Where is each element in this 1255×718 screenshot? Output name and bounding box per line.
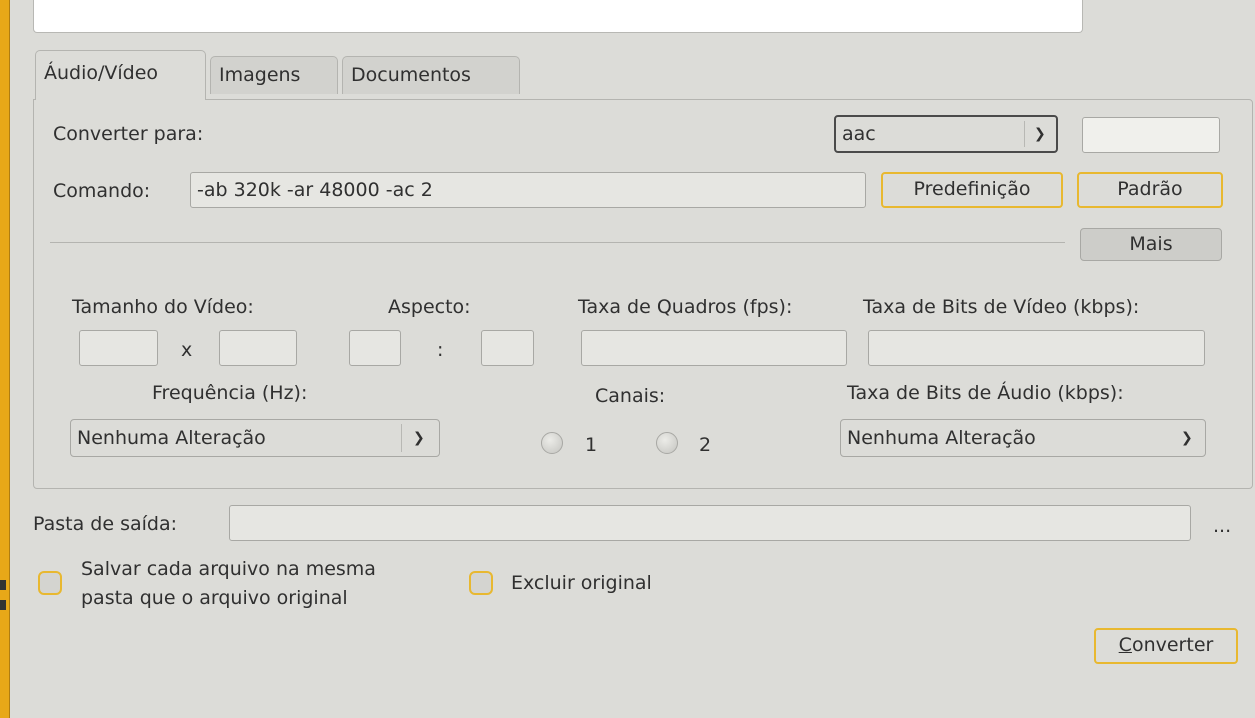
select-divider — [401, 424, 402, 452]
convert-mnemonic: C — [1118, 634, 1132, 656]
chevron-down-icon: ❯ — [413, 430, 425, 446]
frame-rate-label: Taxa de Quadros (fps): — [578, 296, 793, 318]
chevron-down-icon: ❯ — [1034, 126, 1046, 142]
window-edge — [0, 0, 10, 718]
command-value: -ab 320k -ar 48000 -ac 2 — [197, 179, 433, 201]
audio-bitrate-value: Nenhuma Alteração — [847, 427, 1036, 449]
video-bitrate-input[interactable] — [868, 330, 1205, 366]
chevron-down-icon: ❯ — [1181, 430, 1193, 446]
format-select[interactable]: aac ❯ — [834, 115, 1058, 153]
video-height-input[interactable] — [219, 330, 297, 366]
size-separator: x — [181, 339, 193, 361]
browse-button[interactable]: ... — [1213, 514, 1231, 538]
edge-marker — [0, 580, 6, 590]
preset-button[interactable]: Predefinição — [881, 172, 1063, 208]
output-folder-label: Pasta de saída: — [33, 513, 177, 535]
tab-images[interactable]: Imagens — [210, 56, 338, 94]
convert-label: onverter — [1131, 634, 1214, 656]
tab-audio-video[interactable]: Áudio/Vídeo — [35, 50, 206, 100]
frequency-label: Frequência (Hz): — [152, 382, 308, 404]
audio-bitrate-select[interactable]: Nenhuma Alteração ❯ — [840, 419, 1206, 457]
file-list[interactable] — [33, 0, 1083, 33]
aspect-height-input[interactable] — [481, 330, 534, 366]
delete-original-checkbox[interactable] — [469, 571, 493, 595]
more-button[interactable]: Mais — [1080, 228, 1222, 261]
delete-original-label: Excluir original — [511, 572, 652, 594]
channels-label: Canais: — [595, 385, 666, 407]
select-divider — [1024, 121, 1025, 147]
default-button[interactable]: Padrão — [1077, 172, 1223, 208]
aspect-separator: : — [437, 339, 444, 361]
frame-rate-input[interactable] — [581, 330, 847, 366]
video-size-label: Tamanho do Vídeo: — [72, 296, 254, 318]
format-extra-field[interactable] — [1082, 117, 1220, 153]
channel-1-radio[interactable] — [541, 432, 563, 454]
edge-marker — [0, 600, 6, 610]
divider — [50, 242, 1065, 243]
command-input[interactable]: -ab 320k -ar 48000 -ac 2 — [190, 172, 866, 208]
convert-to-label: Converter para: — [53, 123, 204, 145]
video-bitrate-label: Taxa de Bits de Vídeo (kbps): — [863, 296, 1140, 318]
audio-bitrate-label: Taxa de Bits de Áudio (kbps): — [847, 382, 1124, 404]
same-folder-label-line1: Salvar cada arquivo na mesma — [81, 558, 376, 580]
channel-1-label: 1 — [585, 434, 598, 456]
frequency-value: Nenhuma Alteração — [77, 427, 266, 449]
format-value: aac — [842, 123, 876, 145]
convert-button[interactable]: Converter — [1094, 628, 1238, 664]
output-folder-input[interactable] — [229, 505, 1191, 541]
command-label: Comando: — [53, 180, 151, 202]
aspect-label: Aspecto: — [388, 296, 471, 318]
video-width-input[interactable] — [79, 330, 158, 366]
aspect-width-input[interactable] — [349, 330, 401, 366]
channel-2-radio[interactable] — [656, 432, 678, 454]
same-folder-label-line2: pasta que o arquivo original — [81, 587, 348, 609]
same-folder-checkbox[interactable] — [38, 571, 62, 595]
tab-documents[interactable]: Documentos — [342, 56, 520, 94]
channel-2-label: 2 — [699, 434, 712, 456]
frequency-select[interactable]: Nenhuma Alteração ❯ — [70, 419, 440, 457]
